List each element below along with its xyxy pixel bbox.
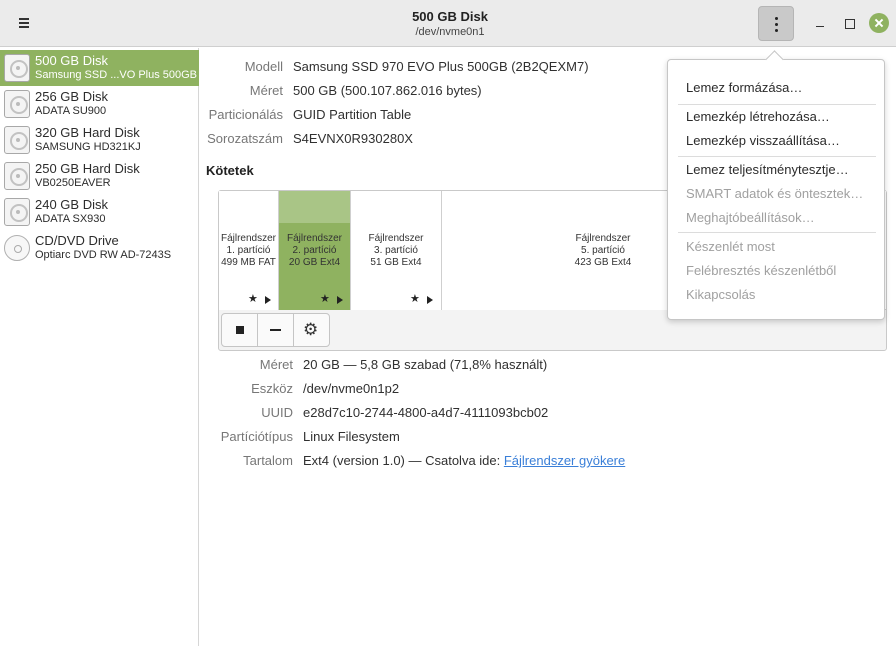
partition-size: 20 GB Ext4	[288, 257, 341, 268]
partitioning-value: GUID Partition Table	[293, 107, 412, 122]
hamburger-menu-icon[interactable]	[13, 12, 35, 34]
menu-item-power-off: Kikapcsolás	[686, 287, 756, 302]
stop-icon	[236, 326, 244, 334]
content-text: Ext4 (version 1.0) — Csatolva ide:	[303, 453, 504, 468]
menu-item-format-disk[interactable]: Lemez formázása…	[686, 80, 802, 95]
partition-options-button[interactable]: ⚙	[294, 314, 330, 346]
serial-value: S4EVNX0R930280X	[293, 131, 413, 146]
serial-label: Sorozatszám	[207, 131, 283, 146]
uuid-label: UUID	[261, 405, 293, 420]
minimize-icon[interactable]	[813, 16, 827, 30]
disk-model: Optiarc DVD RW AD-7243S	[35, 249, 172, 261]
partition-number: 1. partíció	[226, 245, 271, 256]
menu-item-smart-data: SMART adatok és öntesztek…	[686, 186, 864, 201]
uuid-value: e28d7c10-2744-4800-a4d7-4111093bcb02	[303, 405, 549, 420]
disk-name: CD/DVD Drive	[35, 233, 119, 248]
content-value: Ext4 (version 1.0) — Csatolva ide: Fájlr…	[303, 453, 625, 468]
sidebar-item-500gb-disk[interactable]: 500 GB Disk Samsung SSD ...VO Plus 500GB	[0, 50, 199, 86]
optical-disc-icon	[4, 235, 30, 261]
model-value: Samsung SSD 970 EVO Plus 500GB (2B2QEXM7…	[293, 59, 589, 74]
sidebar-item-cd-dvd-drive[interactable]: CD/DVD Drive Optiarc DVD RW AD-7243S	[0, 230, 199, 266]
menu-item-wake-up: Felébresztés készenlétből	[686, 263, 837, 278]
disk-model: SAMSUNG HD321KJ	[35, 141, 141, 153]
disk-model: ADATA SU900	[35, 105, 107, 117]
drive-options-menu: Lemez formázása… Lemezkép létrehozása… L…	[667, 59, 885, 320]
menu-item-benchmark[interactable]: Lemez teljesítménytesztje…	[686, 162, 849, 177]
unmount-button[interactable]	[222, 314, 258, 346]
mount-point-link[interactable]: Fájlrendszer gyökere	[504, 453, 625, 468]
sidebar-item-320gb-hard-disk[interactable]: 320 GB Hard Disk SAMSUNG HD321KJ	[0, 122, 199, 158]
window-title: 500 GB Disk /dev/nvme0n1	[300, 8, 600, 39]
play-icon	[265, 296, 271, 304]
volumes-heading: Kötetek	[206, 163, 254, 178]
play-icon	[427, 296, 433, 304]
menu-separator	[678, 156, 876, 157]
disk-icon	[4, 198, 30, 226]
partition-2[interactable]: Fájlrendszer 2. partíció 20 GB Ext4 ★	[279, 191, 351, 310]
partition-number: 3. partíció	[374, 245, 418, 256]
disk-icon	[4, 90, 30, 118]
partition-size: 51 GB Ext4	[370, 257, 422, 268]
disk-icon	[4, 126, 30, 154]
sidebar-item-250gb-hard-disk[interactable]: 250 GB Hard Disk VB0250EAVER	[0, 158, 199, 194]
disk-model: Samsung SSD ...VO Plus 500GB	[35, 69, 198, 81]
device-value: /dev/nvme0n1p2	[303, 381, 400, 396]
disk-name: 256 GB Disk	[35, 89, 108, 104]
sidebar-item-240gb-disk[interactable]: 240 GB Disk ADATA SX930	[0, 194, 199, 230]
partition-type: Fájlrendszer	[286, 233, 343, 244]
model-label: Modell	[244, 59, 283, 74]
disk-title: 500 GB Disk	[412, 9, 488, 24]
menu-separator	[678, 104, 876, 105]
disk-device-path: /dev/nvme0n1	[415, 26, 485, 38]
gear-icon: ⚙	[303, 320, 319, 339]
disk-model: ADATA SX930	[35, 213, 106, 225]
star-icon: ★	[320, 293, 330, 305]
disk-name: 500 GB Disk	[35, 53, 108, 68]
partition-number: 2. partíció	[292, 245, 337, 256]
delete-partition-button[interactable]	[258, 314, 294, 346]
menu-separator	[678, 232, 876, 233]
menu-item-standby-now: Készenlét most	[686, 239, 775, 254]
partition-size-label: Méret	[259, 357, 293, 372]
size-value: 500 GB (500.107.862.016 bytes)	[293, 83, 482, 98]
sidebar-item-256gb-disk[interactable]: 256 GB Disk ADATA SU900	[0, 86, 199, 122]
disk-icon	[4, 162, 30, 190]
disk-model: VB0250EAVER	[35, 177, 111, 189]
drive-options-button[interactable]	[758, 6, 794, 41]
partitioning-label: Particionálás	[208, 107, 283, 122]
device-label: Eszköz	[251, 381, 293, 396]
menu-item-restore-image[interactable]: Lemezkép visszaállítása…	[686, 133, 840, 148]
close-icon[interactable]	[869, 13, 889, 33]
partition-type: Fájlrendszer	[368, 233, 424, 244]
disk-name: 320 GB Hard Disk	[35, 125, 140, 140]
star-icon: ★	[410, 293, 420, 305]
size-label: Méret	[249, 83, 283, 98]
partition-type-value: Linux Filesystem	[303, 429, 400, 444]
disk-icon	[4, 54, 30, 82]
partition-size-value: 20 GB — 5,8 GB szabad (71,8% használt)	[303, 357, 548, 372]
disk-name: 240 GB Disk	[35, 197, 108, 212]
partition-3[interactable]: Fájlrendszer 3. partíció 51 GB Ext4 ★	[351, 191, 442, 310]
partition-type-label: Partíciótípus	[220, 429, 293, 444]
disk-name: 250 GB Hard Disk	[35, 161, 140, 176]
maximize-icon[interactable]	[842, 16, 856, 30]
play-icon	[337, 296, 343, 304]
menu-item-create-image[interactable]: Lemezkép létrehozása…	[686, 109, 830, 124]
menu-item-drive-settings: Meghajtóbeállítások…	[686, 210, 815, 225]
disk-list-sidebar: 500 GB Disk Samsung SSD ...VO Plus 500GB…	[0, 48, 199, 646]
minus-icon	[270, 329, 281, 331]
star-icon: ★	[248, 293, 258, 305]
volume-toolbar: ⚙	[221, 313, 330, 347]
content-label: Tartalom	[243, 453, 293, 468]
partition-type: Fájlrendszer	[220, 233, 277, 244]
header-bar: 500 GB Disk /dev/nvme0n1	[0, 0, 896, 47]
partition-1[interactable]: Fájlrendszer 1. partíció 499 MB FAT ★	[219, 191, 279, 310]
partition-size: 499 MB FAT	[221, 257, 276, 268]
